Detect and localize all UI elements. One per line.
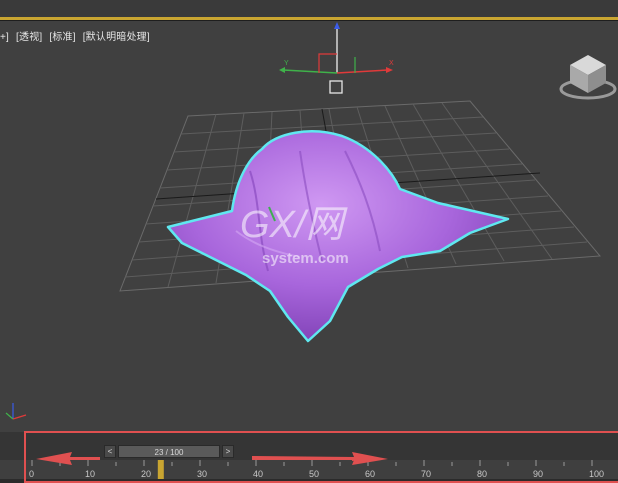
timeline-tick-label: 90 (533, 469, 543, 479)
timeline-tick-label: 40 (253, 469, 263, 479)
svg-text:GX/网: GX/网 (240, 204, 348, 246)
viewport-menu-standard[interactable]: [标准] (49, 32, 75, 43)
annotation-arrow-right-icon (252, 452, 388, 465)
viewport-menu-perspective[interactable]: [透视] (16, 32, 42, 43)
top-toolbar (0, 0, 618, 21)
world-axis-icon (5, 403, 27, 420)
active-viewport-accent (0, 17, 618, 20)
timeline-tick-label: 50 (309, 469, 319, 479)
viewport-scene: GX/网 system.com Y X (5, 22, 617, 420)
viewport-menu-shading[interactable]: [默认明暗处理] (83, 32, 150, 43)
timeline-tick-label: 10 (85, 469, 95, 479)
timeline-tick-label: 70 (421, 469, 431, 479)
svg-text:X: X (389, 60, 394, 67)
svg-text:Y: Y (284, 60, 289, 67)
timeline-tick-label: 60 (365, 469, 375, 479)
viewport-menu-plus[interactable]: +] (0, 32, 9, 43)
annotation-arrow-left-icon (36, 452, 100, 465)
annotation-arrows (36, 452, 388, 465)
timeline-tick-label: 20 (141, 469, 151, 479)
timeline-tick-label: 30 (197, 469, 207, 479)
svg-text:system.com: system.com (262, 250, 349, 267)
transform-gizmo-icon[interactable]: Y X (279, 22, 394, 94)
timeline-tick-label: 0 (29, 469, 34, 479)
timeline-tick-label: 80 (477, 469, 487, 479)
timeline-tick-label: 100 (589, 469, 604, 479)
viewport-label-menu: +] [透视] [标准] [默认明暗处理] (0, 28, 154, 43)
viewcube-icon[interactable] (559, 55, 617, 100)
perspective-viewport[interactable]: GX/网 system.com Y X +] [透视] [标准] [默认明暗处理… (0, 21, 618, 432)
